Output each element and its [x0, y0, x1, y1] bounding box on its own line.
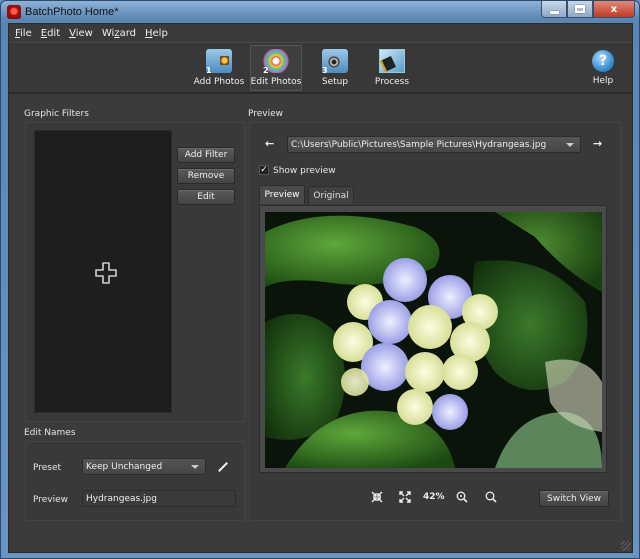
edit-filter-button[interactable]: Edit: [177, 189, 235, 205]
client-area: File Edit View Wizard Help 1 Add Photos …: [8, 23, 633, 553]
resize-grip[interactable]: [621, 541, 631, 551]
add-filter-button[interactable]: Add Filter: [177, 147, 235, 163]
filter-list[interactable]: [34, 130, 172, 413]
window-controls: x: [541, 1, 635, 18]
tool-label: Edit Photos: [250, 77, 302, 87]
preview-title: Preview: [248, 109, 284, 119]
edit-photos-icon: 2: [263, 49, 289, 75]
window-title: BatchPhoto Home*: [25, 6, 119, 18]
show-preview-checkbox[interactable]: ✓: [259, 165, 269, 175]
edit-names-title: Edit Names: [24, 428, 76, 438]
process-icon: [379, 49, 405, 73]
tool-label: Add Photos: [193, 77, 245, 87]
edit-photos-button[interactable]: 2 Edit Photos: [250, 45, 302, 91]
menu-edit[interactable]: Edit: [41, 28, 60, 39]
menu-file[interactable]: File: [15, 28, 32, 39]
step-number: 1: [206, 66, 212, 75]
menu-label: iew: [75, 27, 93, 39]
process-button[interactable]: Process: [366, 45, 418, 91]
tool-label: Setup: [321, 77, 349, 87]
chevron-down-icon: [191, 465, 199, 469]
step-number: 3: [322, 66, 328, 75]
menu-label: ard: [119, 27, 136, 39]
toolbar: 1 Add Photos 2 Edit Photos 3 Setup Proce…: [9, 42, 632, 94]
add-plus-icon[interactable]: [94, 261, 118, 285]
menu-wizard[interactable]: Wizard: [102, 28, 136, 39]
zoom-in-icon[interactable]: [456, 491, 468, 503]
next-arrow-icon[interactable]: →: [593, 137, 602, 150]
preset-value: Keep Unchanged: [86, 461, 163, 472]
image-path-value: C:\Users\Public\Pictures\Sample Pictures…: [291, 139, 547, 150]
tool-label: Help: [592, 76, 614, 86]
close-button[interactable]: x: [593, 1, 635, 18]
step-number: 2: [263, 66, 269, 75]
menu-label: ile: [20, 27, 32, 39]
edit-names-panel: [25, 441, 245, 521]
name-preview-field[interactable]: Hydrangeas.jpg: [82, 490, 236, 507]
menu-accel: H: [144, 27, 153, 39]
menu-label: dit: [47, 27, 61, 39]
maximize-icon: [575, 5, 585, 13]
fit-to-window-icon[interactable]: [371, 491, 383, 503]
close-icon: x: [610, 3, 618, 15]
name-preview-label: Preview: [33, 495, 69, 505]
add-photos-button[interactable]: 1 Add Photos: [193, 45, 245, 91]
app-logo-icon: [7, 5, 21, 19]
menu-label: Wi: [101, 27, 115, 39]
preview-frame: [259, 205, 607, 473]
zoom-out-icon[interactable]: [485, 491, 497, 503]
menu-bar: File Edit View Wizard Help: [9, 24, 632, 42]
image-path-dropdown[interactable]: C:\Users\Public\Pictures\Sample Pictures…: [287, 136, 581, 153]
menu-help[interactable]: Help: [145, 28, 168, 39]
minimize-icon: [549, 10, 559, 14]
menu-label: elp: [152, 27, 168, 39]
add-photos-icon: 1: [206, 49, 232, 75]
preview-image[interactable]: [265, 212, 602, 468]
actual-size-icon[interactable]: [399, 491, 411, 503]
zoom-level: 42%: [423, 492, 445, 502]
help-button[interactable]: ? Help: [577, 45, 629, 91]
switch-view-button[interactable]: Switch View: [539, 490, 609, 507]
tool-label: Process: [374, 77, 410, 87]
menu-view[interactable]: View: [69, 28, 93, 39]
minimize-button[interactable]: [541, 1, 567, 18]
graphic-filters-title: Graphic Filters: [24, 109, 89, 119]
remove-filter-button[interactable]: Remove: [177, 168, 235, 184]
setup-button[interactable]: 3 Setup: [309, 45, 361, 91]
help-icon: ?: [592, 50, 614, 72]
hydrangea-photo: [265, 212, 602, 468]
preset-dropdown[interactable]: Keep Unchanged: [82, 458, 206, 475]
show-preview-label[interactable]: Show preview: [273, 166, 336, 176]
setup-icon: 3: [322, 49, 348, 75]
previous-arrow-icon[interactable]: ←: [265, 137, 274, 150]
app-window: BatchPhoto Home* x File Edit View Wizard…: [0, 0, 640, 559]
title-bar[interactable]: BatchPhoto Home* x: [1, 1, 639, 23]
preset-label: Preset: [33, 463, 62, 473]
tab-original[interactable]: Original: [308, 186, 354, 204]
tab-preview[interactable]: Preview: [259, 185, 305, 204]
maximize-button[interactable]: [567, 1, 593, 18]
menu-accel: V: [69, 27, 76, 39]
chevron-down-icon: [566, 143, 574, 147]
